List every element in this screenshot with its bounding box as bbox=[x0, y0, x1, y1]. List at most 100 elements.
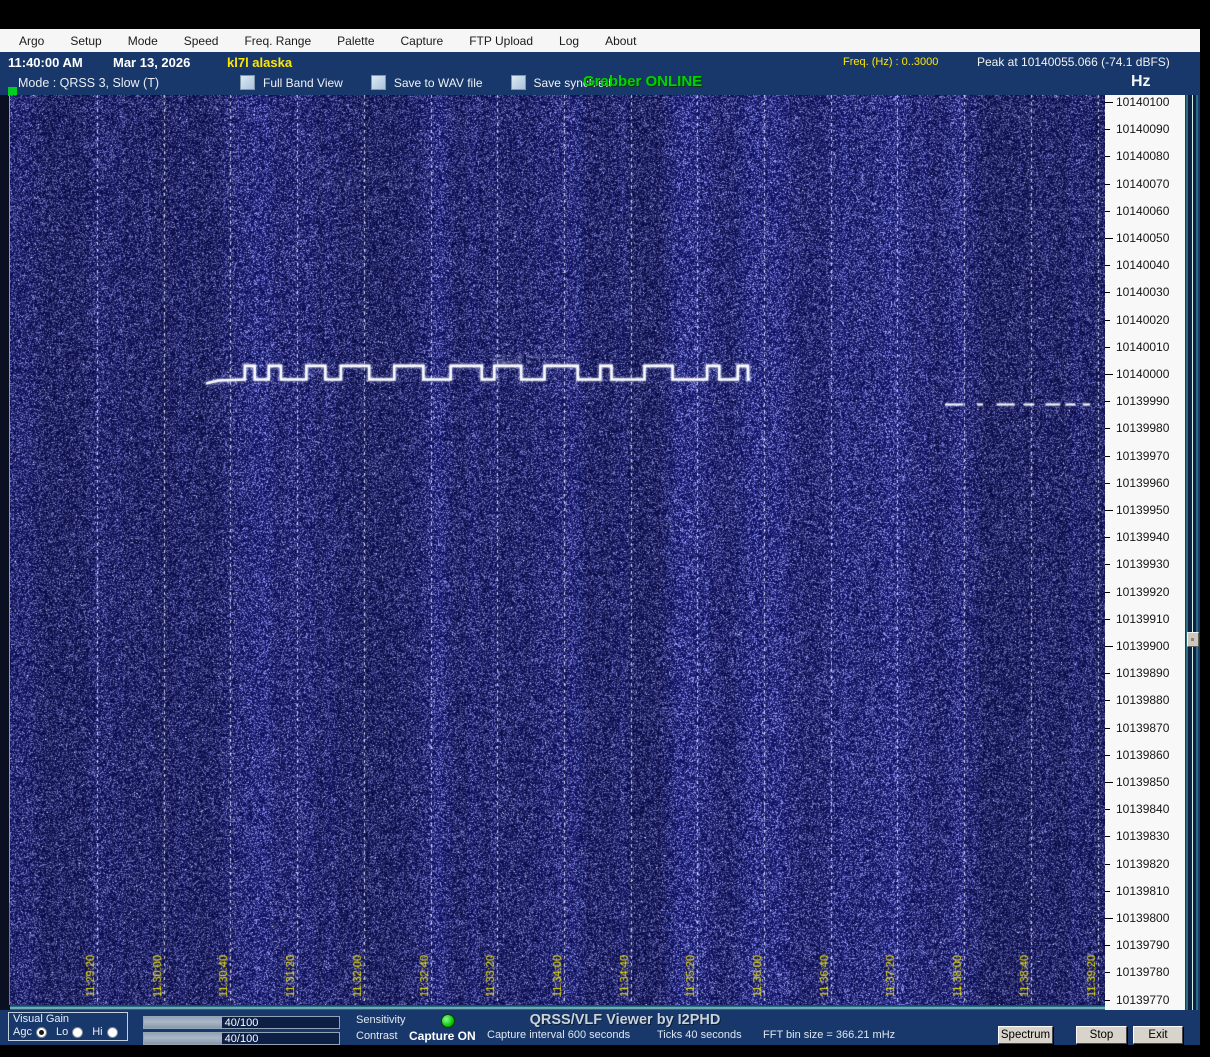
freq-scale-label: 10139950 bbox=[1116, 503, 1170, 517]
freq-scale-label: 10140010 bbox=[1116, 339, 1170, 354]
radio-agc[interactable] bbox=[35, 1026, 47, 1038]
frequency-scale: 10140100 10140090 10140080 10140070 10140060… bbox=[1105, 95, 1185, 1010]
ticks-label: Ticks 40 seconds bbox=[657, 1029, 742, 1041]
freq-tick bbox=[1105, 156, 1110, 158]
menu-item-mode[interactable]: Mode bbox=[115, 34, 171, 48]
freq-scale-row: 10139790 bbox=[1105, 938, 1185, 952]
checkbox-save-to-wav-file[interactable] bbox=[370, 75, 386, 90]
freq-scale-row: 10139770 bbox=[1105, 993, 1185, 1007]
visual-gain-group: Visual Gain Agc Lo Hi bbox=[8, 1012, 128, 1041]
contrast-label: Contrast bbox=[356, 1030, 398, 1042]
freq-tick bbox=[1105, 836, 1110, 838]
freq-tick bbox=[1105, 401, 1110, 403]
freq-scale-label: 10139800 bbox=[1116, 911, 1170, 925]
menu-item-log[interactable]: Log bbox=[546, 34, 592, 48]
menu-bar: Argo Setup Mode Speed Freq. Range Palette Capt… bbox=[0, 29, 1200, 52]
freq-tick bbox=[1105, 727, 1110, 729]
freq-scale-label: 10140020 bbox=[1116, 312, 1170, 327]
menu-item-freq-range[interactable]: Freq. Range bbox=[231, 34, 324, 48]
peak-readout: Peak at 10140055.066 (-74.1 dBFS) bbox=[977, 55, 1170, 69]
freq-scale-row: 10139970 bbox=[1105, 449, 1185, 463]
freq-scale-label: 10140000 bbox=[1116, 367, 1170, 381]
radio-label-agc: Agc bbox=[13, 1026, 32, 1038]
spectrum-button[interactable]: Spectrum bbox=[998, 1026, 1053, 1044]
freq-scale-row: 10140010 bbox=[1105, 340, 1185, 354]
freq-tick bbox=[1105, 918, 1113, 919]
menu-item-ftp-upload[interactable]: FTP Upload bbox=[456, 34, 546, 48]
freq-scale-row: 10140060 bbox=[1105, 204, 1185, 218]
freq-scale-row: 10140020 bbox=[1105, 313, 1185, 327]
freq-scale-row: 10139940 bbox=[1105, 530, 1185, 544]
date: Mar 13, 2026 bbox=[113, 55, 191, 70]
checkbox-full-band-view[interactable] bbox=[240, 75, 255, 90]
freq-scale-row: 10139820 bbox=[1105, 857, 1185, 871]
freq-tick bbox=[1105, 972, 1110, 974]
freq-tick bbox=[1105, 510, 1113, 511]
contrast-slider[interactable]: 40/100 bbox=[143, 1032, 340, 1045]
freq-scale-label: 10140040 bbox=[1116, 258, 1170, 273]
menu-item-about[interactable]: About bbox=[592, 34, 649, 48]
frequency-scrollbar-thumb[interactable] bbox=[1187, 632, 1199, 647]
freq-scale-label: 10140030 bbox=[1116, 285, 1170, 300]
menu-item-palette[interactable]: Palette bbox=[324, 34, 387, 48]
freq-scale-label: 10140090 bbox=[1116, 122, 1170, 137]
freq-scale-label: 10139890 bbox=[1116, 666, 1170, 681]
callsign-label: kl7l alaska bbox=[227, 55, 293, 70]
app-title: QRSS/VLF Viewer by I2PHD bbox=[529, 1012, 721, 1028]
freq-scale-row: 10139910 bbox=[1105, 612, 1185, 626]
freq-tick bbox=[1105, 346, 1110, 348]
frequency-scrollbar[interactable] bbox=[1186, 95, 1199, 1010]
freq-scale-row: 10139870 bbox=[1105, 721, 1185, 735]
radio-lo[interactable] bbox=[72, 1026, 84, 1038]
freq-tick bbox=[1105, 591, 1110, 593]
freq-scale-label: 10140060 bbox=[1116, 203, 1170, 218]
menu-item-argo[interactable]: Argo bbox=[6, 34, 57, 48]
freq-tick bbox=[1105, 183, 1110, 185]
freq-scale-label: 10140100 bbox=[1116, 95, 1170, 109]
freq-tick bbox=[1105, 210, 1110, 212]
exit-button[interactable]: Exit bbox=[1133, 1026, 1183, 1044]
freq-scale-row: 10140040 bbox=[1105, 258, 1185, 272]
sensitivity-value: 40/100 bbox=[224, 1017, 259, 1029]
menu-item-setup[interactable]: Setup bbox=[57, 34, 114, 48]
freq-tick bbox=[1105, 482, 1110, 484]
freq-scale-row: 10140000 bbox=[1105, 367, 1185, 381]
freq-tick bbox=[1105, 564, 1110, 566]
freq-tick bbox=[1105, 809, 1110, 811]
visual-gain-label: Visual Gain bbox=[13, 1013, 70, 1025]
freq-tick bbox=[1105, 999, 1110, 1001]
visual-gain-radios: Agc Lo Hi bbox=[13, 1026, 127, 1038]
menu-item-capture[interactable]: Capture bbox=[388, 34, 457, 48]
bottom-control-bar: Visual Gain Agc Lo Hi 40/100 40/100 Sensit… bbox=[0, 1010, 1200, 1045]
sensitivity-slider[interactable]: 40/100 bbox=[143, 1016, 340, 1029]
freq-scale-row: 10139880 bbox=[1105, 693, 1185, 707]
capture-status: Capture ON bbox=[409, 1029, 476, 1043]
checkbox-save-synch-ed[interactable] bbox=[510, 75, 526, 90]
fft-bin-label: FFT bin size = 366.21 mHz bbox=[763, 1029, 896, 1041]
freq-tick bbox=[1105, 782, 1113, 783]
freq-scale-row: 10139890 bbox=[1105, 666, 1185, 680]
grabber-status: Grabber ONLINE bbox=[583, 73, 703, 90]
freq-tick bbox=[1105, 238, 1113, 239]
freq-tick bbox=[1105, 890, 1110, 892]
freq-scale-label: 10139980 bbox=[1116, 421, 1170, 436]
spectrogram-canvas[interactable] bbox=[10, 95, 1105, 1005]
checkbox-group: Full Band View Save to WAV file Save synch… bbox=[240, 75, 639, 90]
freq-scale-row: 10139830 bbox=[1105, 829, 1185, 843]
freq-scale-label: 10139830 bbox=[1116, 829, 1170, 844]
freq-scale-label: 10139920 bbox=[1116, 584, 1170, 599]
menu-item-speed[interactable]: Speed bbox=[171, 34, 232, 48]
argo-window: Argo Setup Mode Speed Freq. Range Palette Capt… bbox=[0, 0, 1210, 1057]
freq-tick bbox=[1105, 428, 1110, 430]
stop-button[interactable]: Stop bbox=[1076, 1026, 1127, 1044]
radio-hi[interactable] bbox=[106, 1026, 118, 1038]
freq-scale-label: 10139810 bbox=[1116, 883, 1170, 898]
freq-scale-label: 10139940 bbox=[1116, 530, 1170, 545]
freq-tick bbox=[1105, 646, 1113, 647]
freq-scale-label: 10139840 bbox=[1116, 802, 1170, 817]
freq-tick bbox=[1105, 319, 1110, 321]
freq-range-readout: Freq. (Hz) : 0..3000 bbox=[843, 56, 939, 68]
contrast-value: 40/100 bbox=[224, 1033, 259, 1045]
freq-tick bbox=[1105, 455, 1110, 457]
freq-tick bbox=[1105, 618, 1110, 620]
